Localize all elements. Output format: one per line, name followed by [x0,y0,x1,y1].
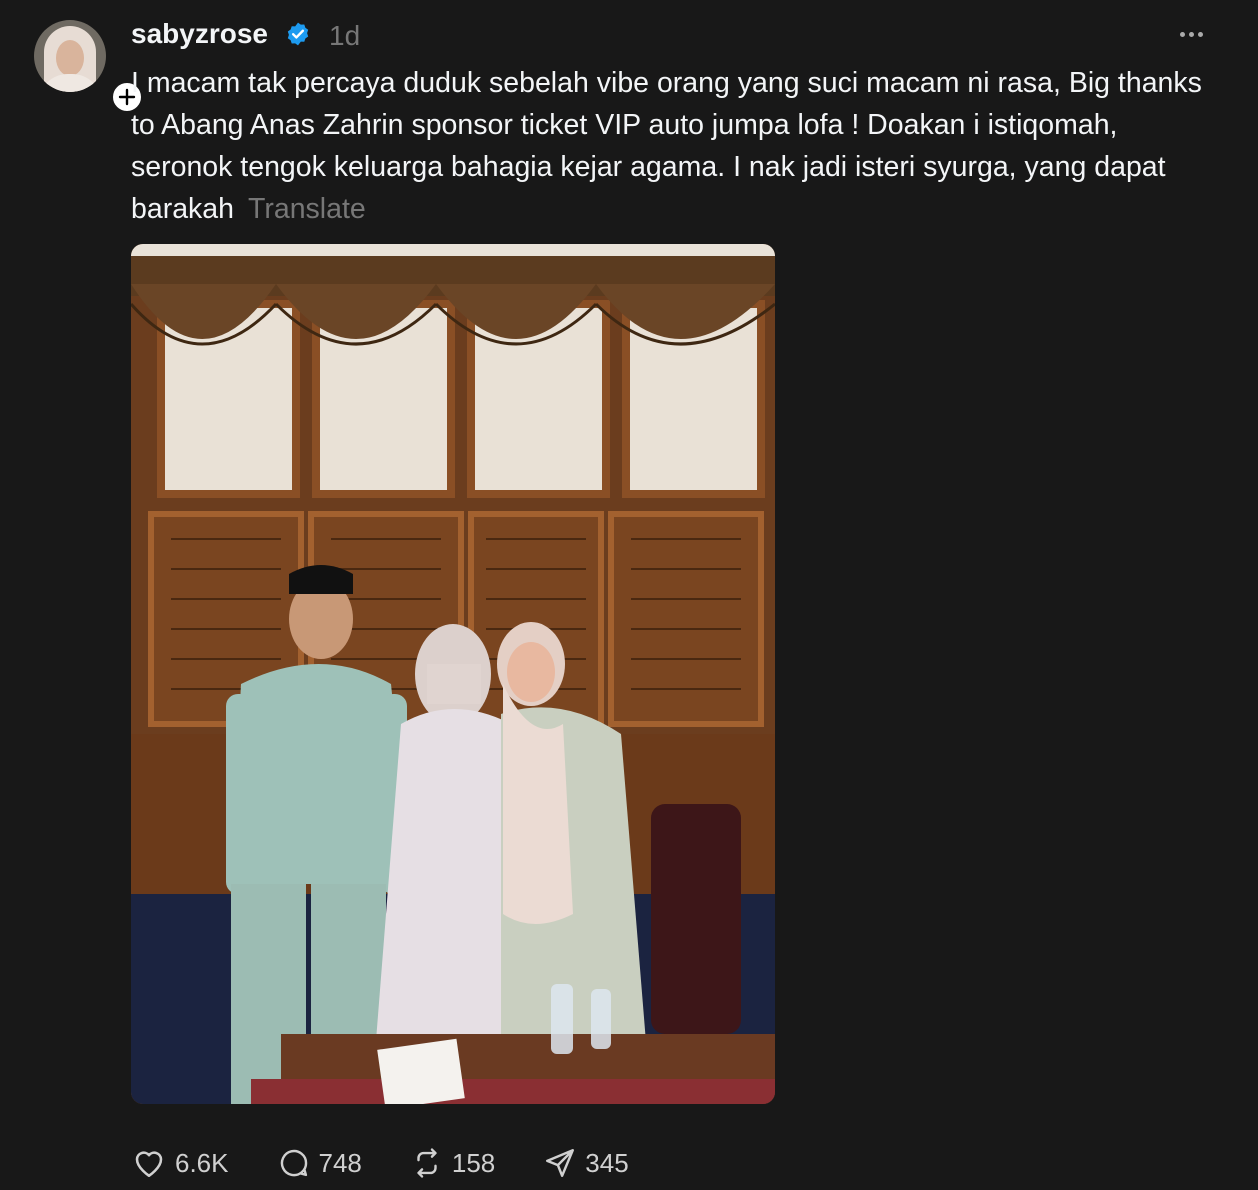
post-text: I macam tak percaya duduk sebelah vibe o… [131,62,1211,230]
repost-count: 158 [451,1147,496,1178]
action-bar: 6.6K 748 158 345 [131,1140,677,1186]
share-count: 345 [585,1147,629,1178]
reply-icon [280,1149,307,1177]
reply-button[interactable]: 748 [277,1146,362,1180]
heart-icon [135,1151,163,1178]
share-button[interactable]: 345 [543,1146,629,1180]
post-image[interactable] [131,244,775,1104]
reply-count: 748 [318,1147,362,1178]
verified-badge-icon [287,22,309,46]
avatar[interactable] [34,20,106,92]
more-options-icon[interactable] [1180,24,1212,44]
share-icon [546,1149,575,1177]
post-time: 1d [329,20,361,51]
username[interactable]: sabyzrose [131,16,268,52]
like-button[interactable]: 6.6K [131,1145,229,1181]
photo-illustration [131,244,775,1104]
like-count: 6.6K [175,1147,229,1178]
translate-link[interactable]: Translate [248,193,366,225]
repost-icon [417,1148,437,1178]
repost-button[interactable]: 158 [410,1146,495,1180]
avatar-wrapper [34,20,144,114]
